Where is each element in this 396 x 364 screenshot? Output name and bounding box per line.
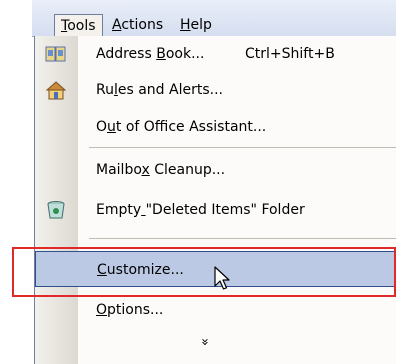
address-book-icon xyxy=(45,44,67,64)
menu-expand-button[interactable]: » xyxy=(35,326,396,358)
menu-item-out-of-office[interactable]: Out of Office Assistant... xyxy=(35,109,396,145)
menu-item-address-book[interactable]: Address Book... Ctrl+Shift+B xyxy=(35,36,396,72)
menu-separator xyxy=(89,147,396,148)
highlight-callout-box xyxy=(12,247,396,297)
menu-separator xyxy=(89,238,396,239)
chevron-down-double-icon: » xyxy=(196,338,212,346)
menu-item-shortcut: Ctrl+Shift+B xyxy=(245,46,335,62)
menu-item-mailbox-cleanup[interactable]: Mailbox Cleanup... xyxy=(35,152,396,188)
tools-dropdown-menu: Address Book... Ctrl+Shift+B Rules and A… xyxy=(34,36,396,364)
menu-actions[interactable]: Actions xyxy=(106,14,169,36)
menu-bar: Tools Actions Help xyxy=(32,0,396,37)
menu-item-rules-and-alerts[interactable]: Rules and Alerts... xyxy=(35,72,396,108)
rules-alerts-icon xyxy=(45,80,67,100)
mouse-cursor-icon xyxy=(214,266,232,296)
recycle-bin-icon xyxy=(45,200,67,220)
menu-help[interactable]: Help xyxy=(174,14,218,36)
menu-item-options[interactable]: Options... xyxy=(35,292,396,328)
menu-item-empty-deleted-items[interactable]: Empty "Deleted Items" Folder xyxy=(35,192,396,228)
menu-tools[interactable]: Tools xyxy=(54,14,103,36)
